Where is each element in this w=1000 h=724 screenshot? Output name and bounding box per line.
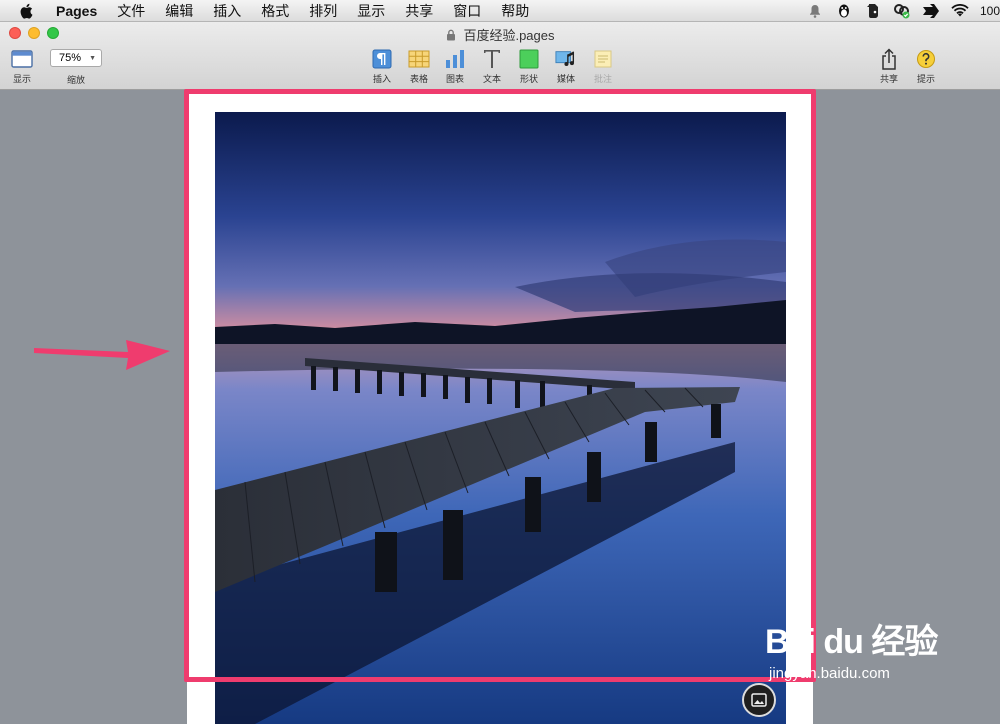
tips-button[interactable]: 提示 [908, 48, 944, 85]
comment-button[interactable]: 批注 [585, 48, 621, 85]
menu-edit[interactable]: 编辑 [155, 0, 203, 22]
battery-percentage[interactable]: 100 [980, 4, 1000, 18]
chart-button[interactable]: 图表 [437, 48, 473, 85]
qq-penguin-icon[interactable] [835, 3, 853, 19]
insert-button[interactable]: 插入 [364, 48, 400, 85]
view-label: 显示 [12, 74, 31, 84]
baidu-watermark: Bai du 经验 jingyan.baidu.com [765, 614, 938, 682]
document-title-text: 百度经验.pages [463, 28, 555, 43]
view-sidebar-icon [11, 48, 33, 70]
menu-window[interactable]: 窗口 [443, 0, 491, 22]
share-button[interactable]: 共享 [871, 48, 907, 85]
zoom-label: 缩放 [66, 75, 85, 85]
zoom-value: 75% [59, 52, 82, 64]
lock-icon [445, 29, 457, 41]
comment-label: 批注 [593, 74, 612, 84]
watermark-logo: Bai du 经验 [765, 623, 938, 661]
menu-bar: Pages 文件 编辑 插入 格式 排列 显示 共享 窗口 帮助 100 [0, 0, 1000, 22]
zoom-select[interactable]: 75% ▼ [50, 49, 102, 67]
media-label: 媒体 [556, 74, 575, 84]
insert-icon [371, 48, 393, 70]
chart-label: 图表 [445, 74, 464, 84]
share-icon [878, 48, 900, 70]
media-icon [555, 48, 577, 70]
apple-menu-icon[interactable] [18, 2, 36, 20]
text-icon [481, 48, 503, 70]
shape-button[interactable]: 形状 [511, 48, 547, 85]
table-button[interactable]: 表格 [401, 48, 437, 85]
tips-label: 提示 [916, 74, 935, 84]
table-label: 表格 [409, 74, 428, 84]
menu-arrange[interactable]: 排列 [299, 0, 347, 22]
image-badge-icon[interactable] [742, 683, 776, 717]
shape-label: 形状 [519, 74, 538, 84]
comment-icon [592, 48, 614, 70]
wifi-icon[interactable] [951, 3, 969, 19]
chevron-down-icon: ▼ [89, 54, 96, 62]
menu-file[interactable]: 文件 [107, 0, 155, 22]
text-button[interactable]: 文本 [474, 48, 510, 85]
notification-bell-icon[interactable] [806, 3, 824, 19]
document-title: 百度经验.pages [0, 25, 1000, 44]
menu-insert[interactable]: 插入 [203, 0, 251, 22]
window-toolbar: 百度经验.pages 显示 75% ▼ 缩放 插入 表格 图表 文本 形状 媒体… [0, 22, 1000, 90]
chart-icon [444, 48, 466, 70]
view-button[interactable]: 显示 [4, 48, 40, 85]
media-button[interactable]: 媒体 [548, 48, 584, 85]
table-icon [408, 48, 430, 70]
text-label: 文本 [482, 74, 501, 84]
help-question-icon [915, 48, 937, 70]
share-label: 共享 [879, 74, 898, 84]
insert-label: 插入 [372, 74, 391, 84]
menu-help[interactable]: 帮助 [491, 0, 539, 22]
watermark-url: jingyan.baidu.com [769, 665, 890, 682]
arrow-app-icon[interactable] [922, 3, 940, 19]
shape-icon [518, 48, 540, 70]
menu-share[interactable]: 共享 [395, 0, 443, 22]
sync-status-icon[interactable] [893, 3, 911, 19]
menu-app-name[interactable]: Pages [48, 0, 107, 22]
status-area: 100 [806, 0, 1000, 22]
highlight-frame [184, 89, 816, 682]
menu-format[interactable]: 格式 [251, 0, 299, 22]
pointer-arrow-icon [30, 328, 175, 379]
evernote-icon[interactable] [864, 3, 882, 19]
menu-view[interactable]: 显示 [347, 0, 395, 22]
